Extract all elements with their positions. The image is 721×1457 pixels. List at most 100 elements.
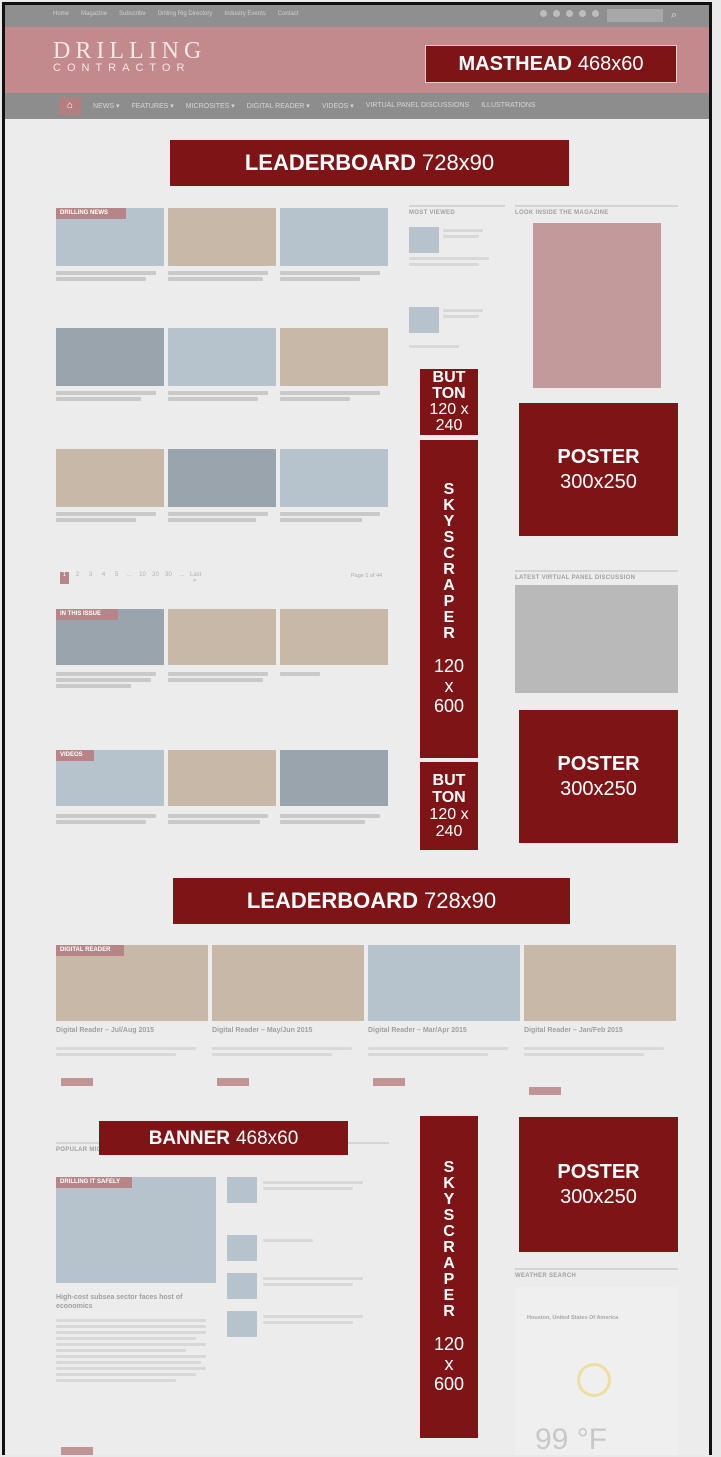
story-title[interactable]: [56, 512, 156, 516]
story-title[interactable]: [168, 820, 260, 824]
page-link[interactable]: 5: [112, 572, 121, 584]
top-link[interactable]: Magazine: [81, 11, 107, 17]
story-title[interactable]: [280, 820, 365, 824]
video-thumb[interactable]: [280, 750, 388, 806]
reader-title-4[interactable]: Digital Reader – Jan/Feb 2015: [524, 1027, 623, 1034]
microsite-small-thumb[interactable]: [227, 1311, 257, 1337]
story-title[interactable]: [56, 391, 156, 395]
page-link[interactable]: ...: [125, 572, 134, 584]
story-title[interactable]: [56, 684, 131, 688]
page-link[interactable]: 4: [99, 572, 108, 584]
story-title[interactable]: [168, 397, 258, 401]
story-title[interactable]: [56, 678, 151, 682]
twitter-icon[interactable]: [553, 10, 560, 17]
story-title[interactable]: [280, 512, 380, 516]
page-link[interactable]: ...: [177, 572, 186, 584]
ad-poster-3[interactable]: POSTER 300x250: [519, 1117, 678, 1252]
facebook-icon[interactable]: [566, 10, 573, 17]
top-link[interactable]: Drilling Rig Directory: [158, 11, 213, 17]
story-title[interactable]: [280, 518, 362, 522]
microsite-link[interactable]: [263, 1239, 313, 1242]
page-link[interactable]: 2: [73, 572, 82, 584]
top-link[interactable]: Industry Events: [224, 11, 265, 17]
story-title[interactable]: [280, 814, 380, 818]
microsite-link[interactable]: [263, 1187, 353, 1190]
story-thumb[interactable]: [56, 328, 164, 386]
story-title[interactable]: [56, 397, 141, 401]
video-thumb[interactable]: [168, 750, 276, 806]
most-viewed-thumb[interactable]: [409, 307, 439, 333]
most-viewed-title[interactable]: [443, 235, 479, 238]
microsite-thumb[interactable]: [56, 1177, 216, 1283]
story-title[interactable]: [56, 814, 156, 818]
story-thumb[interactable]: [168, 449, 276, 507]
page-link[interactable]: 10: [138, 572, 147, 584]
reader-thumb[interactable]: [56, 945, 208, 1021]
story-title[interactable]: [280, 397, 350, 401]
ad-button-1[interactable]: BUT TON 120 x 240: [420, 369, 478, 435]
rss-icon[interactable]: [540, 10, 547, 17]
nav-item[interactable]: VIRTUAL PANEL DISCUSSIONS: [366, 102, 469, 110]
story-title[interactable]: [168, 814, 268, 818]
story-title[interactable]: [56, 277, 146, 281]
microsite-link[interactable]: [263, 1277, 363, 1280]
ad-banner[interactable]: BANNER 468x60: [99, 1121, 348, 1155]
story-title[interactable]: [168, 512, 268, 516]
story-title[interactable]: [168, 518, 256, 522]
story-title[interactable]: [56, 820, 146, 824]
story-thumb[interactable]: [168, 609, 276, 665]
read-more-button[interactable]: [217, 1078, 249, 1086]
most-viewed-thumb[interactable]: [409, 227, 439, 253]
story-title[interactable]: [56, 518, 136, 522]
ad-leaderboard-mid[interactable]: LEADERBOARD 728x90: [173, 878, 570, 924]
most-viewed-title[interactable]: [443, 229, 483, 232]
page-link[interactable]: 3: [86, 572, 95, 584]
most-viewed-title[interactable]: [409, 345, 459, 348]
panel-video[interactable]: [515, 585, 678, 693]
read-more-button[interactable]: [529, 1087, 561, 1095]
microsite-link[interactable]: [263, 1315, 363, 1318]
microsite-link[interactable]: [263, 1321, 353, 1324]
reader-title-3[interactable]: Digital Reader – Mar/Apr 2015: [368, 1027, 467, 1034]
reader-thumb[interactable]: [524, 945, 676, 1021]
story-title[interactable]: [280, 271, 380, 275]
most-viewed-title[interactable]: [443, 315, 479, 318]
reader-title-1[interactable]: Digital Reader – Jul/Aug 2015: [56, 1027, 154, 1034]
linkedin-icon[interactable]: [592, 10, 599, 17]
microsite-small-thumb[interactable]: [227, 1235, 257, 1261]
story-title[interactable]: [280, 672, 320, 676]
story-title[interactable]: [56, 271, 156, 275]
nav-item[interactable]: FEATURES ▾: [131, 102, 173, 110]
story-thumb[interactable]: [168, 328, 276, 386]
ad-poster-1[interactable]: POSTER 300x250: [519, 403, 678, 536]
nav-item[interactable]: ILLUSTRATIONS: [481, 102, 535, 110]
story-title[interactable]: [168, 391, 268, 395]
nav-item[interactable]: MICROSITES ▾: [186, 102, 235, 110]
ad-skyscraper-2[interactable]: S K Y S C R A P E R 120 x 600: [420, 1116, 478, 1438]
story-thumb[interactable]: [280, 609, 388, 665]
nav-item[interactable]: VIDEOS ▾: [322, 102, 354, 110]
page-link[interactable]: 30: [164, 572, 173, 584]
search-input[interactable]: [607, 9, 663, 22]
ad-masthead[interactable]: MASTHEAD 468x60: [425, 45, 677, 83]
story-thumb[interactable]: [280, 449, 388, 507]
read-more-button[interactable]: [61, 1078, 93, 1086]
story-title[interactable]: [168, 678, 263, 682]
reader-thumb[interactable]: [212, 945, 364, 1021]
nav-item[interactable]: DIGITAL READER ▾: [247, 102, 310, 110]
story-thumb[interactable]: [280, 208, 388, 266]
ad-skyscraper-1[interactable]: S K Y S C R A P E R 120 x 600: [420, 440, 478, 758]
ad-leaderboard-top[interactable]: LEADERBOARD 728x90: [170, 140, 569, 186]
story-title[interactable]: [280, 277, 360, 281]
reader-title-2[interactable]: Digital Reader – May/Jun 2015: [212, 1027, 312, 1034]
read-more-button[interactable]: [373, 1078, 405, 1086]
search-icon[interactable]: ⌕: [667, 8, 681, 22]
ad-poster-2[interactable]: POSTER 300x250: [519, 710, 678, 843]
story-title[interactable]: [168, 277, 263, 281]
home-icon[interactable]: ⌂: [59, 97, 81, 115]
page-link[interactable]: 20: [151, 572, 160, 584]
most-viewed-title[interactable]: [443, 309, 483, 312]
youtube-icon[interactable]: [579, 10, 586, 17]
top-link[interactable]: Subscribe: [119, 11, 146, 17]
nav-item[interactable]: NEWS ▾: [93, 102, 119, 110]
